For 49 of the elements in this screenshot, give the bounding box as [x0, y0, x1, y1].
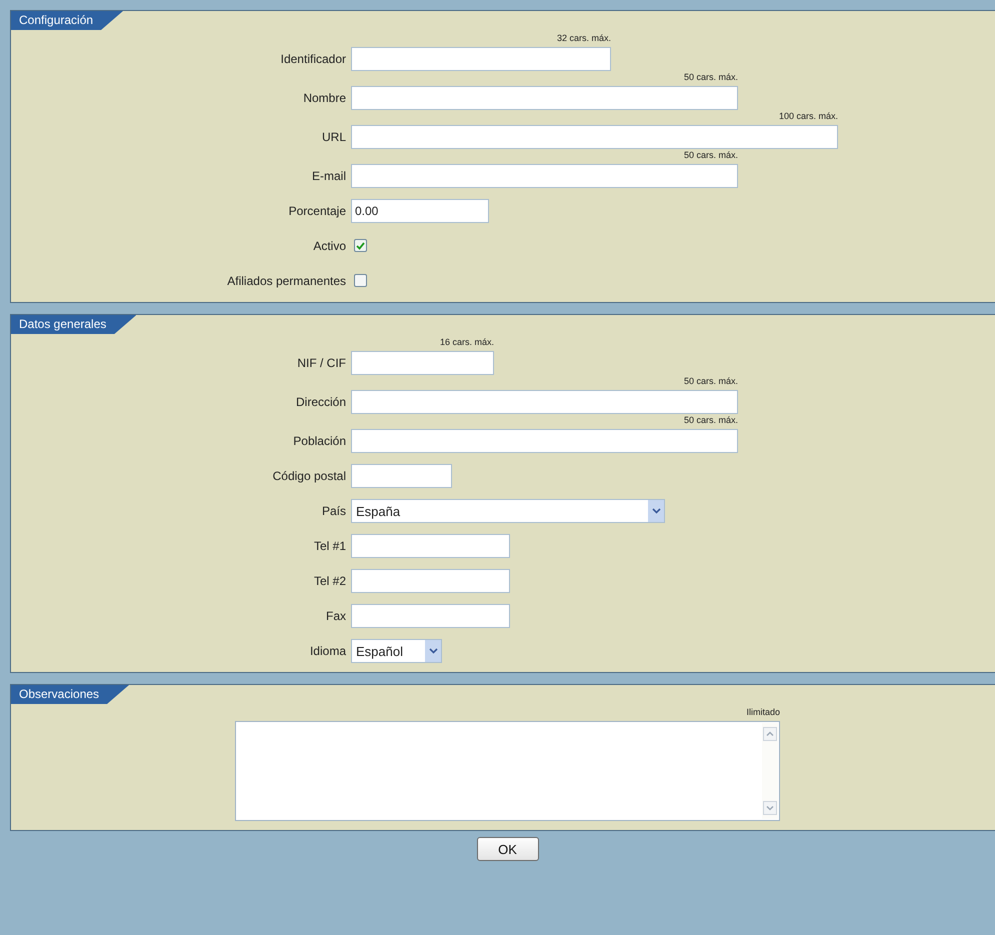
text-field[interactable] — [351, 569, 510, 593]
field-label: URL — [322, 130, 346, 144]
dropdown[interactable]: España — [351, 499, 665, 523]
checkbox[interactable] — [354, 239, 367, 252]
dropdown[interactable]: Español — [351, 639, 442, 663]
max-length-note: Ilimitado — [746, 706, 780, 718]
text-field[interactable] — [351, 47, 611, 71]
max-length-note: 100 cars. máx. — [778, 110, 838, 122]
field-label: Activo — [313, 239, 346, 253]
text-field[interactable] — [351, 125, 838, 149]
text-field[interactable] — [351, 534, 510, 558]
field-label: Porcentaje — [288, 204, 346, 218]
field-label: E-mail — [312, 169, 346, 183]
field-label: NIF / CIF — [297, 356, 346, 370]
text-field[interactable] — [351, 390, 738, 414]
field-label: Identificador — [280, 52, 346, 66]
max-length-note: 50 cars. máx. — [684, 375, 738, 387]
text-field[interactable] — [351, 464, 452, 488]
section-title: Observaciones — [11, 685, 130, 704]
text-field[interactable]: 0.00 — [351, 199, 489, 223]
text-field[interactable] — [351, 429, 738, 453]
max-length-note: 50 cars. máx. — [684, 71, 738, 83]
text-field[interactable] — [351, 86, 738, 110]
field-label: Dirección — [296, 395, 346, 409]
field-label: Afiliados permanentes — [227, 274, 346, 288]
max-length-note: 16 cars. máx. — [440, 336, 494, 348]
field-label: Código postal — [272, 469, 346, 483]
caret-icon — [648, 500, 664, 522]
text-field[interactable] — [351, 351, 494, 375]
field-label: Fax — [326, 609, 346, 623]
field-label: Tel #1 — [314, 539, 346, 553]
checkbox[interactable] — [354, 274, 367, 287]
field-label: País — [322, 504, 346, 518]
scroll-up-icon[interactable] — [763, 727, 777, 741]
field-label: Idioma — [310, 644, 346, 658]
field-label: Tel #2 — [314, 574, 346, 588]
scroll-down-icon[interactable] — [763, 801, 777, 815]
caret-icon — [425, 640, 441, 662]
max-length-note: 32 cars. máx. — [556, 32, 611, 44]
section-title: Datos generales — [11, 315, 136, 334]
notes-field[interactable] — [235, 721, 780, 821]
field-label: Población — [293, 434, 346, 448]
field-label: Nombre — [303, 91, 346, 105]
max-length-note: 50 cars. máx. — [684, 414, 738, 426]
ok-button[interactable]: OK — [476, 837, 538, 861]
section-title: Configuración — [11, 11, 124, 30]
text-field[interactable] — [351, 604, 510, 628]
max-length-note: 50 cars. máx. — [684, 149, 738, 161]
text-field[interactable] — [351, 164, 738, 188]
